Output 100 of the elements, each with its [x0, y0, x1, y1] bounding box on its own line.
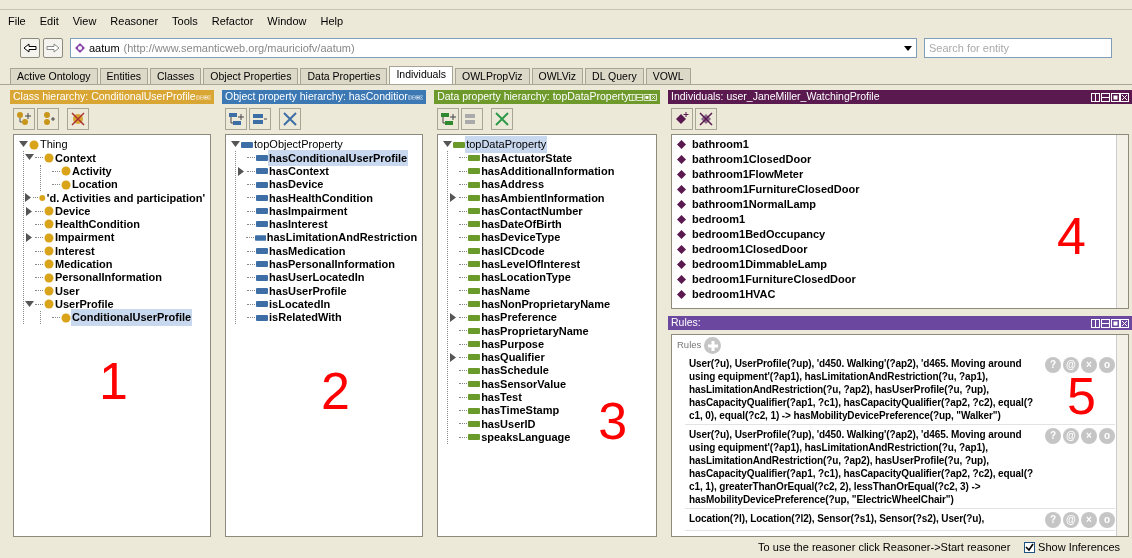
individual-item[interactable]: bathroom1FurnitureClosedDoor	[692, 181, 860, 198]
ontology-iri: (http://www.semanticweb.org/mauriciofv/aatum)	[123, 40, 355, 56]
panel-controls-icon[interactable]	[1091, 318, 1129, 328]
individual-item[interactable]: bathroom1	[692, 136, 749, 153]
collapse-arrow-icon[interactable]	[25, 299, 34, 309]
tree-item[interactable]: ConditionalUserProfile	[71, 309, 193, 326]
individual-item[interactable]: bedroom1ClosedDoor	[692, 241, 808, 258]
tab[interactable]: DL Query	[585, 68, 644, 84]
data-property-icon	[468, 166, 481, 177]
menu-item[interactable]: Tools	[172, 12, 198, 30]
data-property-icon	[468, 272, 481, 283]
panel-title: Rules:	[671, 316, 701, 330]
individual-item[interactable]: bathroom1NormalLamp	[692, 196, 817, 213]
menu-item[interactable]: View	[72, 12, 97, 30]
tab[interactable]: Active Ontology	[10, 68, 98, 84]
collapse-arrow-icon[interactable]	[19, 140, 28, 150]
object-property-icon	[256, 219, 269, 230]
scrollbar[interactable]	[1116, 335, 1128, 536]
tab[interactable]: Data Properties	[300, 68, 388, 84]
data-property-icon	[468, 392, 481, 403]
menu-item[interactable]: Window	[267, 12, 307, 30]
object-property-icon	[256, 299, 269, 310]
expand-arrow-icon[interactable]	[449, 313, 459, 322]
back-button[interactable]	[20, 38, 40, 58]
class-circle-icon	[44, 206, 54, 217]
ontology-icon	[75, 43, 85, 53]
object-property-icon	[254, 232, 266, 243]
panel-number: 2	[321, 365, 350, 417]
class-circle-icon	[61, 179, 71, 190]
individual-item[interactable]: bedroom1DimmableLamp	[692, 256, 828, 273]
tab[interactable]: Entities	[99, 68, 148, 84]
individual-item[interactable]: bathroom1ClosedDoor	[692, 151, 812, 168]
right-arrow-icon[interactable]	[46, 43, 60, 53]
expand-arrow-icon[interactable]	[449, 193, 459, 203]
class-circle-icon	[29, 139, 39, 150]
tree-item[interactable]: hasConditionalUserProfile	[268, 149, 409, 167]
data-property-icon	[468, 259, 481, 270]
class-circle-icon	[44, 272, 54, 283]
expand-arrow-icon[interactable]	[24, 193, 33, 203]
panel-title: Individuals: user_JaneMiller_WatchingProfile	[671, 90, 880, 104]
class-circle-icon	[44, 285, 54, 296]
individual-item[interactable]: bedroom1FurnitureClosedDoor	[692, 271, 856, 288]
panel-controls-icon[interactable]	[1091, 92, 1129, 102]
tree-item[interactable]: topDataProperty	[465, 136, 548, 153]
scrollbar[interactable]	[1116, 135, 1128, 308]
object-property-icon	[256, 246, 269, 256]
object-property-icon	[256, 179, 269, 190]
left-arrow-icon[interactable]	[23, 43, 37, 53]
data-property-icon	[468, 365, 481, 376]
tab[interactable]: Classes	[150, 68, 202, 84]
panel-title: Data property hierarchy: topDataProperty	[437, 90, 630, 104]
expand-arrow-icon[interactable]	[25, 233, 34, 243]
tab[interactable]: OWLPropViz	[455, 68, 530, 84]
collapse-arrow-icon[interactable]	[25, 153, 34, 163]
object-property-icon	[256, 166, 269, 177]
collapse-arrow-icon[interactable]	[443, 140, 453, 150]
individual-item[interactable]: bedroom1BedOccupancy	[692, 226, 826, 243]
class-circle-icon	[44, 246, 54, 256]
data-property-icon	[468, 179, 481, 190]
ontology-selector[interactable]: aatum (http://www.semanticweb.org/mauriciofv/aatum)	[70, 38, 917, 58]
data-property-icon	[468, 152, 481, 163]
class-circle-icon	[44, 299, 54, 310]
menu-item[interactable]: Help	[320, 12, 344, 30]
object-property-icon	[241, 139, 254, 150]
collapse-arrow-icon[interactable]	[231, 140, 241, 150]
data-property-icon	[468, 325, 481, 336]
rule-text: Location(?l), Location(?l2), Sensor(?s1), Sensor(?s2), User(?u),	[689, 512, 986, 526]
menu-item[interactable]: Reasoner	[110, 12, 159, 30]
tab[interactable]: Object Properties	[203, 68, 299, 84]
expand-arrow-icon[interactable]	[25, 206, 34, 216]
menu-item[interactable]: Refactor	[211, 12, 254, 30]
data-property-icon	[468, 232, 481, 243]
tab[interactable]: OWLViz	[531, 68, 584, 84]
data-property-icon	[453, 139, 466, 150]
menu-item[interactable]: Edit	[39, 12, 59, 30]
class-circle-icon	[39, 192, 46, 203]
data-property-icon	[468, 432, 481, 443]
status-message: To use the reasoner click Reasoner->Start reasoner	[758, 539, 1011, 555]
individual-item[interactable]: bathroom1FlowMeter	[692, 166, 804, 183]
checkbox-label: Show Inferences	[1038, 539, 1120, 555]
object-property-icon	[256, 192, 269, 203]
tab[interactable]: Individuals	[389, 66, 454, 84]
checkbox[interactable]	[1024, 541, 1036, 553]
panel-number: 4	[1057, 210, 1086, 262]
individual-item[interactable]: bedroom1HVAC	[692, 286, 776, 303]
expand-arrow-icon[interactable]	[237, 166, 247, 176]
menu-item[interactable]: File	[8, 12, 26, 30]
data-property-icon	[468, 352, 481, 363]
class-circle-icon	[61, 166, 71, 177]
expand-arrow-icon[interactable]	[449, 352, 459, 362]
search-field[interactable]: Search for entity	[924, 38, 1112, 58]
dropdown-caret-icon	[904, 45, 912, 51]
data-property-icon	[468, 206, 481, 217]
individual-item[interactable]: bedroom1	[692, 211, 746, 228]
panel-number: 3	[598, 395, 628, 447]
rules-label: Rules	[677, 338, 702, 353]
tab[interactable]: VOWL	[645, 68, 691, 84]
object-property-icon	[256, 259, 269, 270]
object-property-icon	[256, 152, 269, 163]
class-circle-icon	[61, 312, 71, 323]
